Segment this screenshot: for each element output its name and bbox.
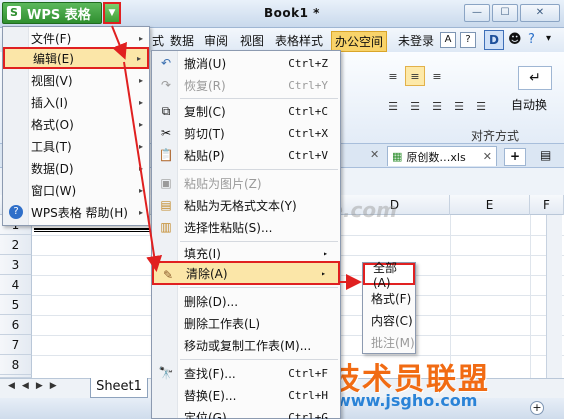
annotation-arrows xyxy=(111,25,362,290)
arrow-to-edit xyxy=(111,25,127,60)
arrow-to-clear xyxy=(123,61,163,272)
